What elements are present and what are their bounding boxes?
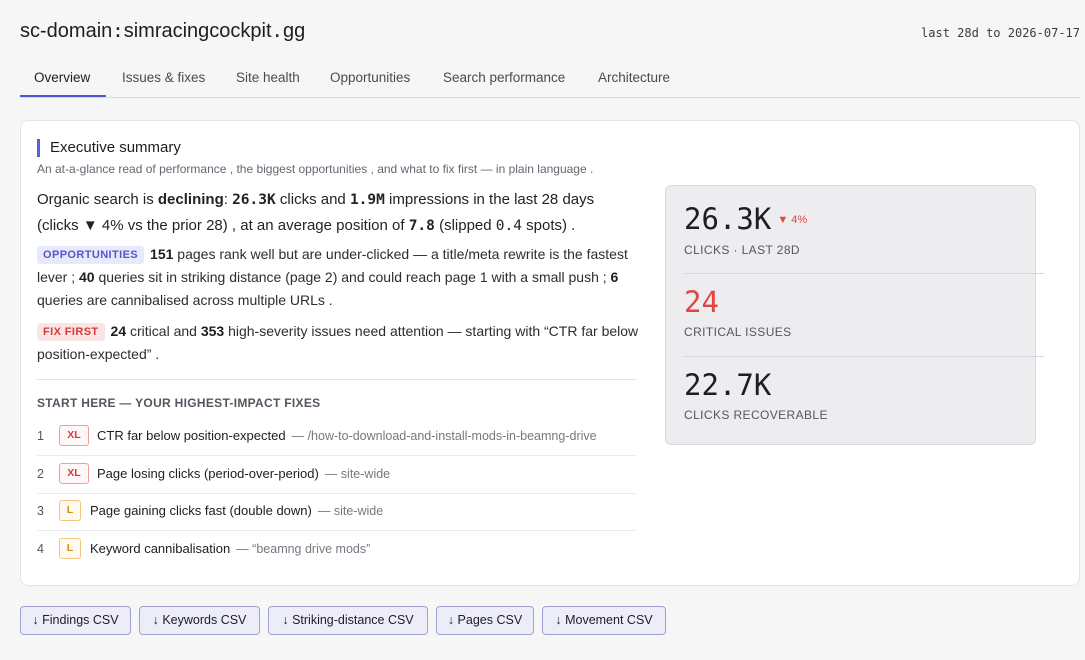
tab-bar: Overview Issues & fixes Site health Oppo… — [20, 62, 1080, 98]
kpi-label: CRITICAL ISSUES — [684, 325, 792, 339]
kpi-value: 22.7K — [684, 368, 772, 402]
section-subtitle: An at-a-glance read of performance , the… — [37, 162, 594, 176]
movement-csv-button[interactable]: ↓ Movement CSV — [542, 606, 666, 635]
tab-issues-fixes[interactable]: Issues & fixes — [122, 70, 205, 85]
kpi-value: 24 — [684, 285, 719, 319]
page-title: sc-domain:simracingcockpit.gg — [20, 20, 306, 42]
fix-context: — “beamng drive mods” — [236, 542, 371, 556]
kpi-delta: ▼ 4% — [777, 214, 808, 226]
kpi-divider — [684, 273, 1044, 274]
kpi-label: CLICKS · LAST 28D — [684, 243, 800, 257]
fix-title: Page losing clicks (period-over-period) — [97, 466, 319, 481]
pages-csv-button[interactable]: ↓ Pages CSV — [436, 606, 534, 635]
lead-summary: Organic search is declining: 26.3K click… — [37, 191, 595, 234]
avg-position-value: 7.8 — [408, 218, 435, 234]
fix-index: 1 — [37, 429, 44, 443]
tab-overview[interactable]: Overview — [34, 70, 90, 85]
fix-item[interactable]: 1 XL CTR far below position-expected — /h… — [37, 419, 637, 456]
impressions-value: 1.9M — [349, 192, 385, 208]
fix-item[interactable]: 2 XL Page losing clicks (period-over-per… — [37, 457, 637, 494]
trend-word: declining — [157, 191, 224, 208]
fix-context: — site-wide — [324, 467, 391, 481]
fix-title: Page gaining clicks fast (double down) — [90, 503, 312, 518]
tab-site-health[interactable]: Site health — [236, 70, 300, 85]
kpi-panel: 26.3K ▼ 4% CLICKS · LAST 28D 24 CRITICAL … — [665, 185, 1044, 445]
tab-opportunities[interactable]: Opportunities — [330, 70, 410, 85]
opportunities-badge: OPPORTUNITIES — [37, 246, 145, 264]
kpi-divider — [684, 356, 1044, 357]
severity-badge: L — [59, 538, 81, 559]
fix-context: — site-wide — [317, 504, 384, 518]
executive-summary-card: Executive summary An at-a-glance read of… — [20, 120, 1080, 586]
fix-item[interactable]: 4 L Keyword cannibalisation — “beamng dri… — [37, 532, 637, 569]
fix-index: 3 — [37, 504, 44, 518]
page-header: sc-domain:simracingcockpit.gg last 28d t… — [20, 20, 1080, 48]
down-arrow-icon: ▼ — [82, 217, 98, 234]
keywords-csv-button[interactable]: ↓ Keywords CSV — [139, 606, 260, 635]
fix-item[interactable]: 3 L Page gaining clicks fast (double dow… — [37, 494, 637, 531]
fix-title: Keyword cannibalisation — [90, 541, 231, 556]
fix-first-paragraph: FIX FIRST 24 critical and 353 high-severi… — [37, 323, 639, 362]
kpi-clicks: 26.3K ▼ 4% CLICKS · LAST 28D — [684, 202, 1044, 257]
kpi-label: CLICKS RECOVERABLE — [684, 408, 828, 422]
fix-index: 4 — [37, 542, 44, 556]
divider — [37, 379, 637, 380]
tab-search-performance[interactable]: Search performance — [443, 70, 565, 85]
kpi-critical-issues: 24 CRITICAL ISSUES — [684, 285, 1044, 339]
kpi-value: 26.3K — [684, 202, 772, 236]
severity-badge: XL — [59, 463, 89, 484]
striking-distance-csv-button[interactable]: ↓ Striking-distance CSV — [268, 606, 428, 635]
kpi-clicks-recoverable: 22.7K CLICKS RECOVERABLE — [684, 368, 1044, 422]
section-title: Executive summary — [37, 139, 181, 157]
findings-csv-button[interactable]: ↓ Findings CSV — [20, 606, 131, 635]
severity-badge: L — [59, 500, 81, 521]
fix-context: — /how-to-download-and-install-mods-in-b… — [291, 429, 597, 443]
fix-first-badge: FIX FIRST — [37, 323, 105, 341]
fix-title: CTR far below position-expected — [97, 428, 286, 443]
position-slip-value: 0.4 — [495, 218, 522, 234]
date-range: last 28d to 2026-07-17 — [921, 26, 1080, 40]
active-tab-indicator — [20, 95, 106, 97]
tab-architecture[interactable]: Architecture — [598, 70, 670, 85]
clicks-value: 26.3K — [232, 192, 276, 208]
severity-badge: XL — [59, 425, 89, 446]
start-here-heading: START HERE — YOUR HIGHEST-IMPACT FIXES — [37, 396, 321, 410]
opportunities-paragraph: OPPORTUNITIES 151 pages rank well but are… — [37, 246, 628, 308]
fix-index: 2 — [37, 467, 44, 481]
